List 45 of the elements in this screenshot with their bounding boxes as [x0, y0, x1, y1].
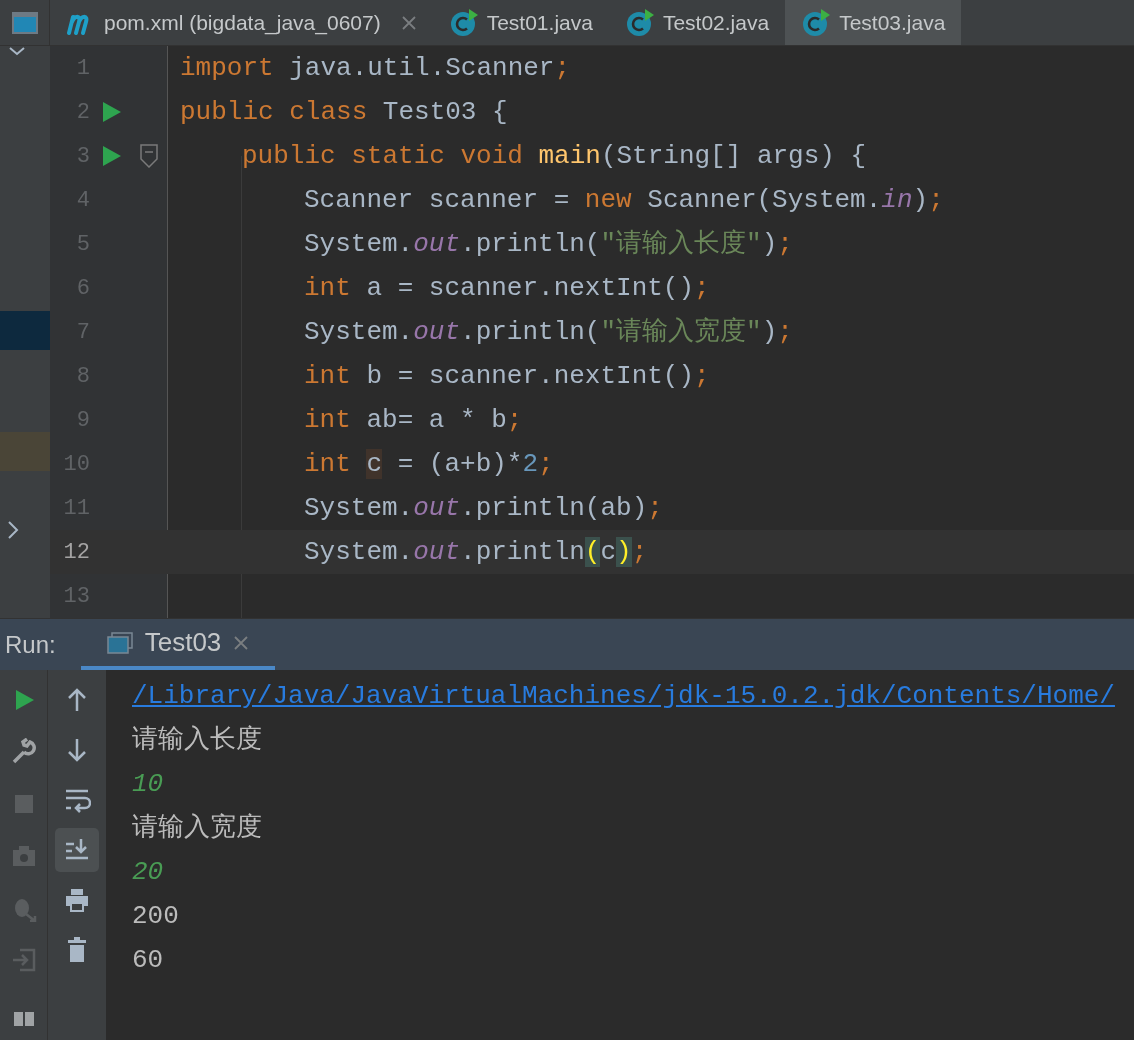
tab-label: Test03.java [839, 9, 946, 36]
code-line: public class Test03 { [180, 96, 508, 127]
console-link[interactable]: /Library/Java/JavaVirtualMachines/jdk-15.0.2.jdk/Contents/Home/ [132, 676, 1115, 716]
java-class-icon [448, 7, 479, 38]
editor-tab[interactable]: Test03.java [785, 0, 962, 45]
code-line: public static void main(String[] args) { [242, 140, 867, 171]
code-line: int b = scanner.nextInt(); [304, 360, 710, 391]
code-line: System.out.println("请输入宽度"); [304, 316, 793, 347]
output-text: 60 [132, 943, 164, 977]
tab-label: Test01.java [486, 9, 593, 36]
selection-highlight [0, 311, 50, 350]
code-line: int ab= a * b; [304, 404, 523, 435]
code-line: int a = scanner.nextInt(); [304, 272, 710, 303]
close-icon[interactable] [400, 14, 417, 31]
close-icon[interactable] [233, 634, 250, 651]
tab-label: Test02.java [662, 9, 770, 36]
tab-label: Test03 [144, 626, 222, 659]
line-number: 12 [62, 538, 90, 567]
tab-label: pom.xml (bigdata_java_0607) [104, 9, 381, 37]
run-panel-label: Run: [4, 629, 57, 660]
code-line: Scanner scanner = new Scanner(System.in); [304, 184, 944, 215]
input-text: 20 [132, 855, 164, 889]
scroll-to-end-button[interactable] [55, 828, 99, 872]
project-window-icon[interactable] [10, 10, 39, 35]
output-text: 请输入宽度 [132, 811, 262, 845]
chevron-down-icon[interactable] [8, 46, 26, 56]
code-line: int c = (a+b)*2; [304, 448, 554, 479]
print-icon[interactable] [63, 886, 91, 914]
output-text: 请输入长度 [132, 723, 262, 757]
code-line: System.out.println("请输入长度"); [304, 228, 793, 259]
java-class-icon [801, 7, 832, 38]
console-window-icon [106, 631, 133, 654]
editor-tab[interactable]: pom.xml (bigdata_java_0607) [50, 0, 433, 45]
run-icon[interactable] [102, 101, 122, 123]
code-line: System.out.println(c); [304, 536, 648, 567]
java-class-icon [624, 7, 655, 38]
output-text: 200 [132, 899, 179, 933]
input-text: 10 [132, 767, 164, 801]
run-icon[interactable] [102, 145, 122, 167]
editor-tab[interactable]: Test01.java [432, 0, 609, 45]
selection-highlight [0, 432, 50, 471]
chevron-right-icon[interactable] [6, 520, 20, 540]
code-line: System.out.println(ab); [304, 492, 663, 523]
code-line: import java.util.Scanner; [180, 52, 571, 83]
editor-tab[interactable]: Test02.java [608, 0, 786, 45]
